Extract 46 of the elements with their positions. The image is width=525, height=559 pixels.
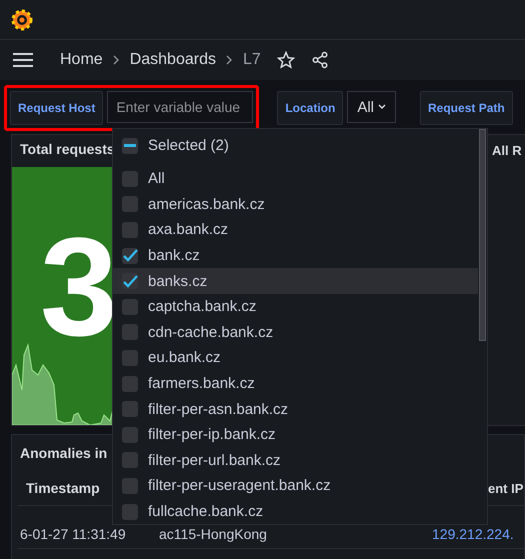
checkbox[interactable]	[122, 376, 138, 392]
table-cell-text: ac115-HongKong	[158, 526, 267, 544]
checkbox[interactable]	[122, 248, 138, 264]
selected-count: Selected (2)	[148, 137, 229, 154]
column-header[interactable]: ent IP	[488, 480, 524, 496]
variable-label: Location	[277, 91, 344, 125]
variable-select[interactable]: All	[347, 91, 396, 123]
checkbox[interactable]	[122, 478, 138, 494]
checkbox[interactable]	[122, 452, 138, 468]
table-cell-text: 129.212.224.	[431, 526, 514, 544]
caret-icon	[378, 104, 386, 110]
checkbox[interactable]	[122, 222, 138, 238]
dropdown-option[interactable]: filter-per-ip.bank.cz	[113, 422, 478, 448]
panel-title: All R	[492, 143, 522, 158]
breadcrumb-link[interactable]: Home	[60, 51, 103, 69]
dropdown-option[interactable]: banks.cz	[113, 268, 478, 294]
variable-label: Request Host	[10, 91, 104, 125]
scrollbar[interactable]	[479, 129, 486, 341]
table-cell-text: 6-01-27 11:31:49	[19, 526, 126, 544]
panel-title: Total requests	[20, 141, 115, 157]
partial-checkbox[interactable]	[122, 138, 138, 154]
checkbox[interactable]	[122, 298, 138, 315]
checkbox[interactable]	[122, 170, 138, 187]
dropdown-option[interactable]: americas.bank.cz	[113, 192, 478, 218]
dropdown-option[interactable]: farmers.bank.cz	[113, 370, 478, 396]
dropdown-option[interactable]: fullcache.bank.cz	[113, 498, 478, 524]
dropdown-option[interactable]: filter-per-url.bank.cz	[113, 448, 478, 474]
menu-icon[interactable]	[12, 52, 34, 68]
dropdown-option[interactable]: All	[113, 166, 478, 192]
share-icon[interactable]	[310, 51, 329, 69]
star-icon[interactable]	[276, 51, 295, 69]
logo-icon[interactable]	[11, 8, 33, 32]
breadcrumb-link[interactable]: L7	[242, 51, 261, 69]
checkbox[interactable]	[122, 273, 138, 290]
dropdown-option[interactable]: filter-per-asn.bank.cz	[113, 396, 478, 422]
checkbox[interactable]	[122, 324, 138, 340]
variable-label: Request Path	[420, 91, 513, 125]
dropdown-option[interactable]: filter-per-useragent.bank.cz	[113, 473, 478, 499]
checkbox[interactable]	[122, 350, 138, 366]
checkbox[interactable]	[122, 426, 138, 443]
panel-title: Anomalies in	[19, 444, 108, 461]
variable-input[interactable]: Enter variable value	[107, 91, 254, 123]
breadcrumb-link[interactable]: Dashboards	[130, 51, 216, 69]
checkbox[interactable]	[122, 504, 138, 520]
checkbox[interactable]	[122, 401, 138, 418]
checkbox[interactable]	[122, 196, 138, 212]
